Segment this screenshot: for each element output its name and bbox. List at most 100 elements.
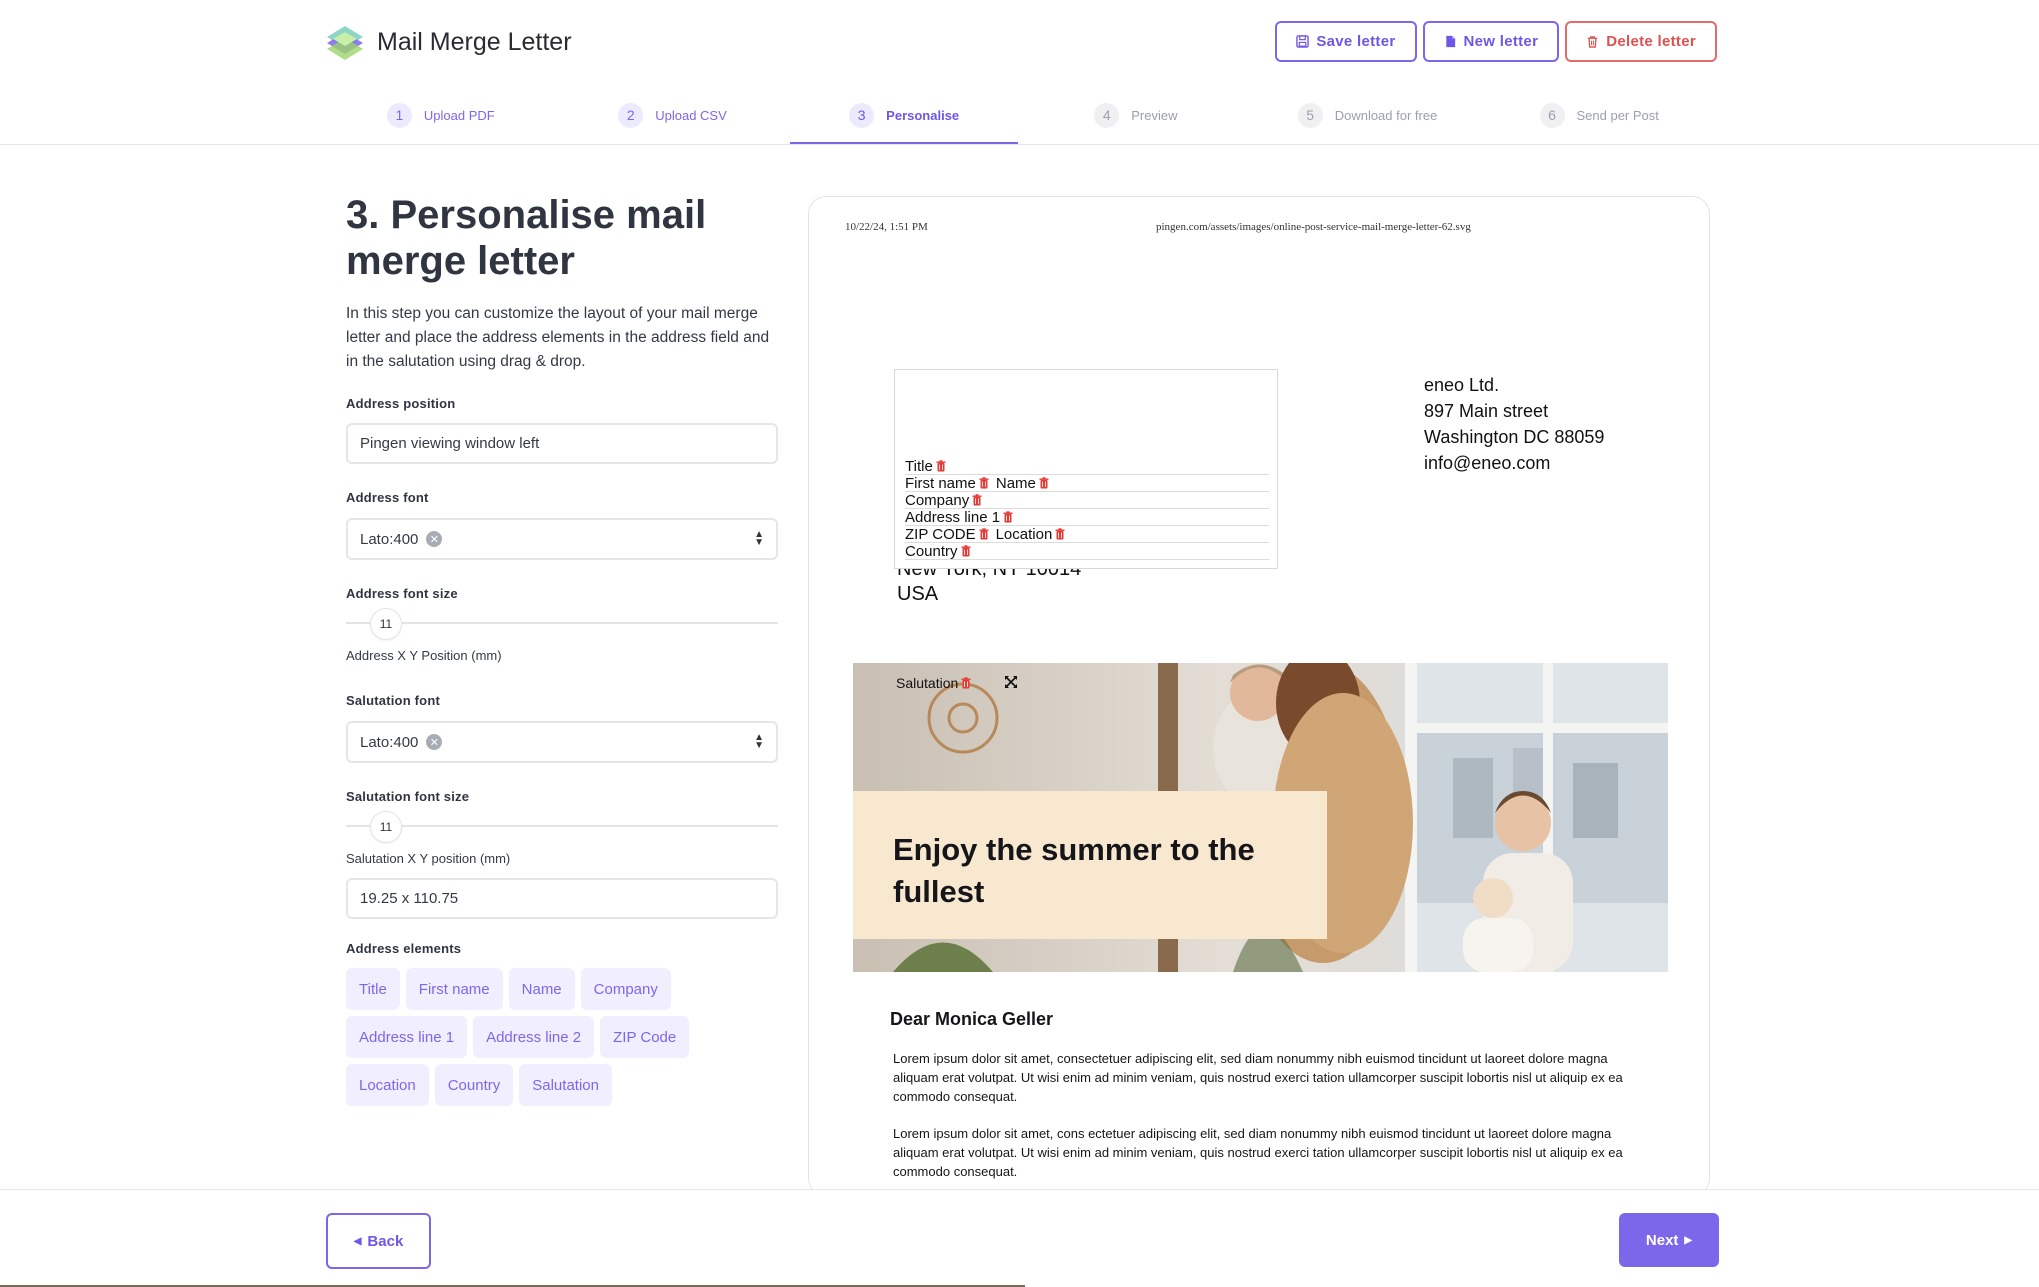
salutation-font-label: Salutation font <box>346 693 440 708</box>
salutation-font-size-slider[interactable]: 11 <box>346 806 778 846</box>
save-letter-button[interactable]: Save letter <box>1275 21 1417 62</box>
element-chip-name[interactable]: Name <box>508 968 575 1010</box>
hero-caption-box: Enjoy the summer to the fullest <box>853 791 1327 939</box>
placeholder-address-line-1[interactable]: Address line 1 <box>905 509 1000 526</box>
placeholder-location[interactable]: Location <box>996 526 1053 543</box>
address-font-size-slider[interactable]: 11 <box>346 603 778 643</box>
floppy-disk-icon <box>1296 35 1310 48</box>
salutation-text: Dear Monica Geller <box>890 1009 1054 1029</box>
delete-letter-button[interactable]: Delete letter <box>1565 21 1717 62</box>
sender-line: info@eneo.com <box>1424 453 1551 473</box>
address-elements-list: Title First name Name Company Address li… <box>346 968 726 1106</box>
address-elements-label: Address elements <box>346 941 462 956</box>
sender-line: Washington DC 88059 <box>1424 427 1605 447</box>
address-xy-label: Address X Y Position (mm) <box>346 648 502 663</box>
new-letter-label: New letter <box>1463 33 1539 50</box>
remove-trash-icon[interactable] <box>961 545 971 557</box>
address-font-select[interactable]: Lato:400 ✕ ▲ ▼ <box>346 518 778 560</box>
step-upload-pdf[interactable]: 1 Upload PDF <box>325 98 557 144</box>
body-paragraph: Lorem ipsum dolor sit amet, consectetuer… <box>893 1051 1623 1104</box>
delete-letter-label: Delete letter <box>1606 33 1696 50</box>
step-download[interactable]: 5 Download for free <box>1252 98 1484 144</box>
placeholder-country[interactable]: Country <box>905 543 958 560</box>
step-send-per-post[interactable]: 6 Send per Post <box>1483 98 1715 144</box>
wizard-footer: ◀ Back Next ▶ <box>0 1189 2039 1287</box>
address-row: Title <box>905 458 1269 475</box>
remove-trash-icon[interactable] <box>1003 511 1013 523</box>
address-row: Address line 1 <box>905 509 1269 526</box>
placeholder-zip-code[interactable]: ZIP CODE <box>905 526 976 543</box>
sender-line: 897 Main street <box>1424 401 1549 421</box>
step-label: Upload PDF <box>423 107 495 123</box>
address-position-input[interactable]: Pingen viewing window left <box>346 423 778 464</box>
letter-actions: Save letter New letter Delete letter <box>1275 21 1717 62</box>
placeholder-company[interactable]: Company <box>905 492 969 509</box>
placeholder-title[interactable]: Title <box>905 458 933 475</box>
placeholder-name[interactable]: Name <box>996 475 1036 492</box>
letter-preview[interactable]: 10/22/24, 1:51 PM pingen.com/assets/imag… <box>808 196 1710 1196</box>
step-upload-csv[interactable]: 2 Upload CSV <box>557 98 789 144</box>
next-label: Next <box>1645 1231 1679 1249</box>
step-label: Send per Post <box>1576 107 1659 123</box>
step-label: Upload CSV <box>655 107 727 123</box>
print-url: pingen.com/assets/images/online-post-ser… <box>1156 221 1471 233</box>
step-personalise[interactable]: 3 Personalise <box>788 98 1020 144</box>
element-chip-first-name[interactable]: First name <box>405 968 503 1010</box>
step-number: 2 <box>618 102 644 128</box>
remove-trash-icon[interactable] <box>979 528 989 540</box>
salutation-xy-input[interactable]: 19.25 x 110.75 <box>346 878 778 919</box>
element-chip-salutation[interactable]: Salutation <box>519 1064 612 1106</box>
back-label: Back <box>367 1232 404 1250</box>
placeholder-first-name[interactable]: First name <box>905 475 976 492</box>
element-chip-address-line-1[interactable]: Address line 1 <box>346 1016 468 1058</box>
remove-trash-icon[interactable] <box>1039 477 1049 489</box>
address-window-dropzone[interactable]: Title First name Name Company Address li… <box>894 369 1278 569</box>
remove-trash-icon[interactable] <box>936 460 946 472</box>
clear-icon[interactable]: ✕ <box>426 531 443 547</box>
element-chip-location[interactable]: Location <box>346 1064 429 1106</box>
element-chip-company[interactable]: Company <box>580 968 671 1010</box>
sender-address: eneo Ltd. 897 Main street Washington DC … <box>1424 372 1604 476</box>
salutation-placeholder[interactable]: Salutation <box>896 675 971 691</box>
back-button[interactable]: ◀ Back <box>326 1213 431 1269</box>
body-paragraph: Lorem ipsum dolor sit amet, cons ectetue… <box>893 1126 1623 1179</box>
step-number: 1 <box>386 102 412 128</box>
salutation-xy-label: Salutation X Y position (mm) <box>346 851 511 866</box>
element-chip-address-line-2[interactable]: Address line 2 <box>473 1016 595 1058</box>
remove-trash-icon[interactable] <box>972 494 982 506</box>
step-label: Download for free <box>1334 107 1438 123</box>
slider-track <box>346 825 778 827</box>
address-row: First name Name <box>905 475 1269 492</box>
caret-right-icon: ▶ <box>1684 1234 1693 1246</box>
salutation-xy-value: 19.25 x 110.75 <box>360 890 459 907</box>
print-date: 10/22/24, 1:51 PM <box>845 221 928 233</box>
hero-image: Salutation Enjoy the summer to the fulle… <box>853 663 1668 972</box>
remove-trash-icon[interactable] <box>1055 528 1065 540</box>
slider-thumb[interactable]: 11 <box>370 811 402 843</box>
intro-text: In this step you can customize the layou… <box>346 305 770 370</box>
clear-icon[interactable]: ✕ <box>426 734 443 750</box>
slider-thumb[interactable]: 11 <box>370 608 402 640</box>
remove-trash-icon[interactable] <box>979 477 989 489</box>
recipient-line: USA <box>897 583 939 605</box>
personalise-settings-panel: 3. Personalise mail merge letter In this… <box>346 192 778 1106</box>
element-chip-zip-code[interactable]: ZIP Code <box>600 1016 690 1058</box>
move-handle-icon[interactable] <box>1003 674 1019 690</box>
address-font-value: Lato:400 <box>360 530 419 548</box>
element-chip-country[interactable]: Country <box>434 1064 514 1106</box>
element-chip-title[interactable]: Title <box>346 968 400 1010</box>
salutation-font-select[interactable]: Lato:400 ✕ ▲ ▼ <box>346 721 778 763</box>
step-number: 4 <box>1094 102 1120 128</box>
app-logo[interactable]: Mail Merge Letter <box>325 22 572 62</box>
remove-trash-icon[interactable] <box>961 677 971 689</box>
address-position-label: Address position <box>346 396 456 411</box>
address-row: Country <box>905 543 1269 560</box>
slider-track <box>346 622 778 624</box>
step-preview[interactable]: 4 Preview <box>1020 98 1252 144</box>
file-icon <box>1445 35 1455 48</box>
step-navigation: 1 Upload PDF 2 Upload CSV 3 Personalise … <box>325 98 1715 144</box>
salutation-font-value: Lato:400 <box>360 733 419 751</box>
select-arrows-icon: ▲ ▼ <box>754 529 764 548</box>
new-letter-button[interactable]: New letter <box>1422 21 1560 62</box>
next-button[interactable]: Next ▶ <box>1619 1213 1719 1267</box>
